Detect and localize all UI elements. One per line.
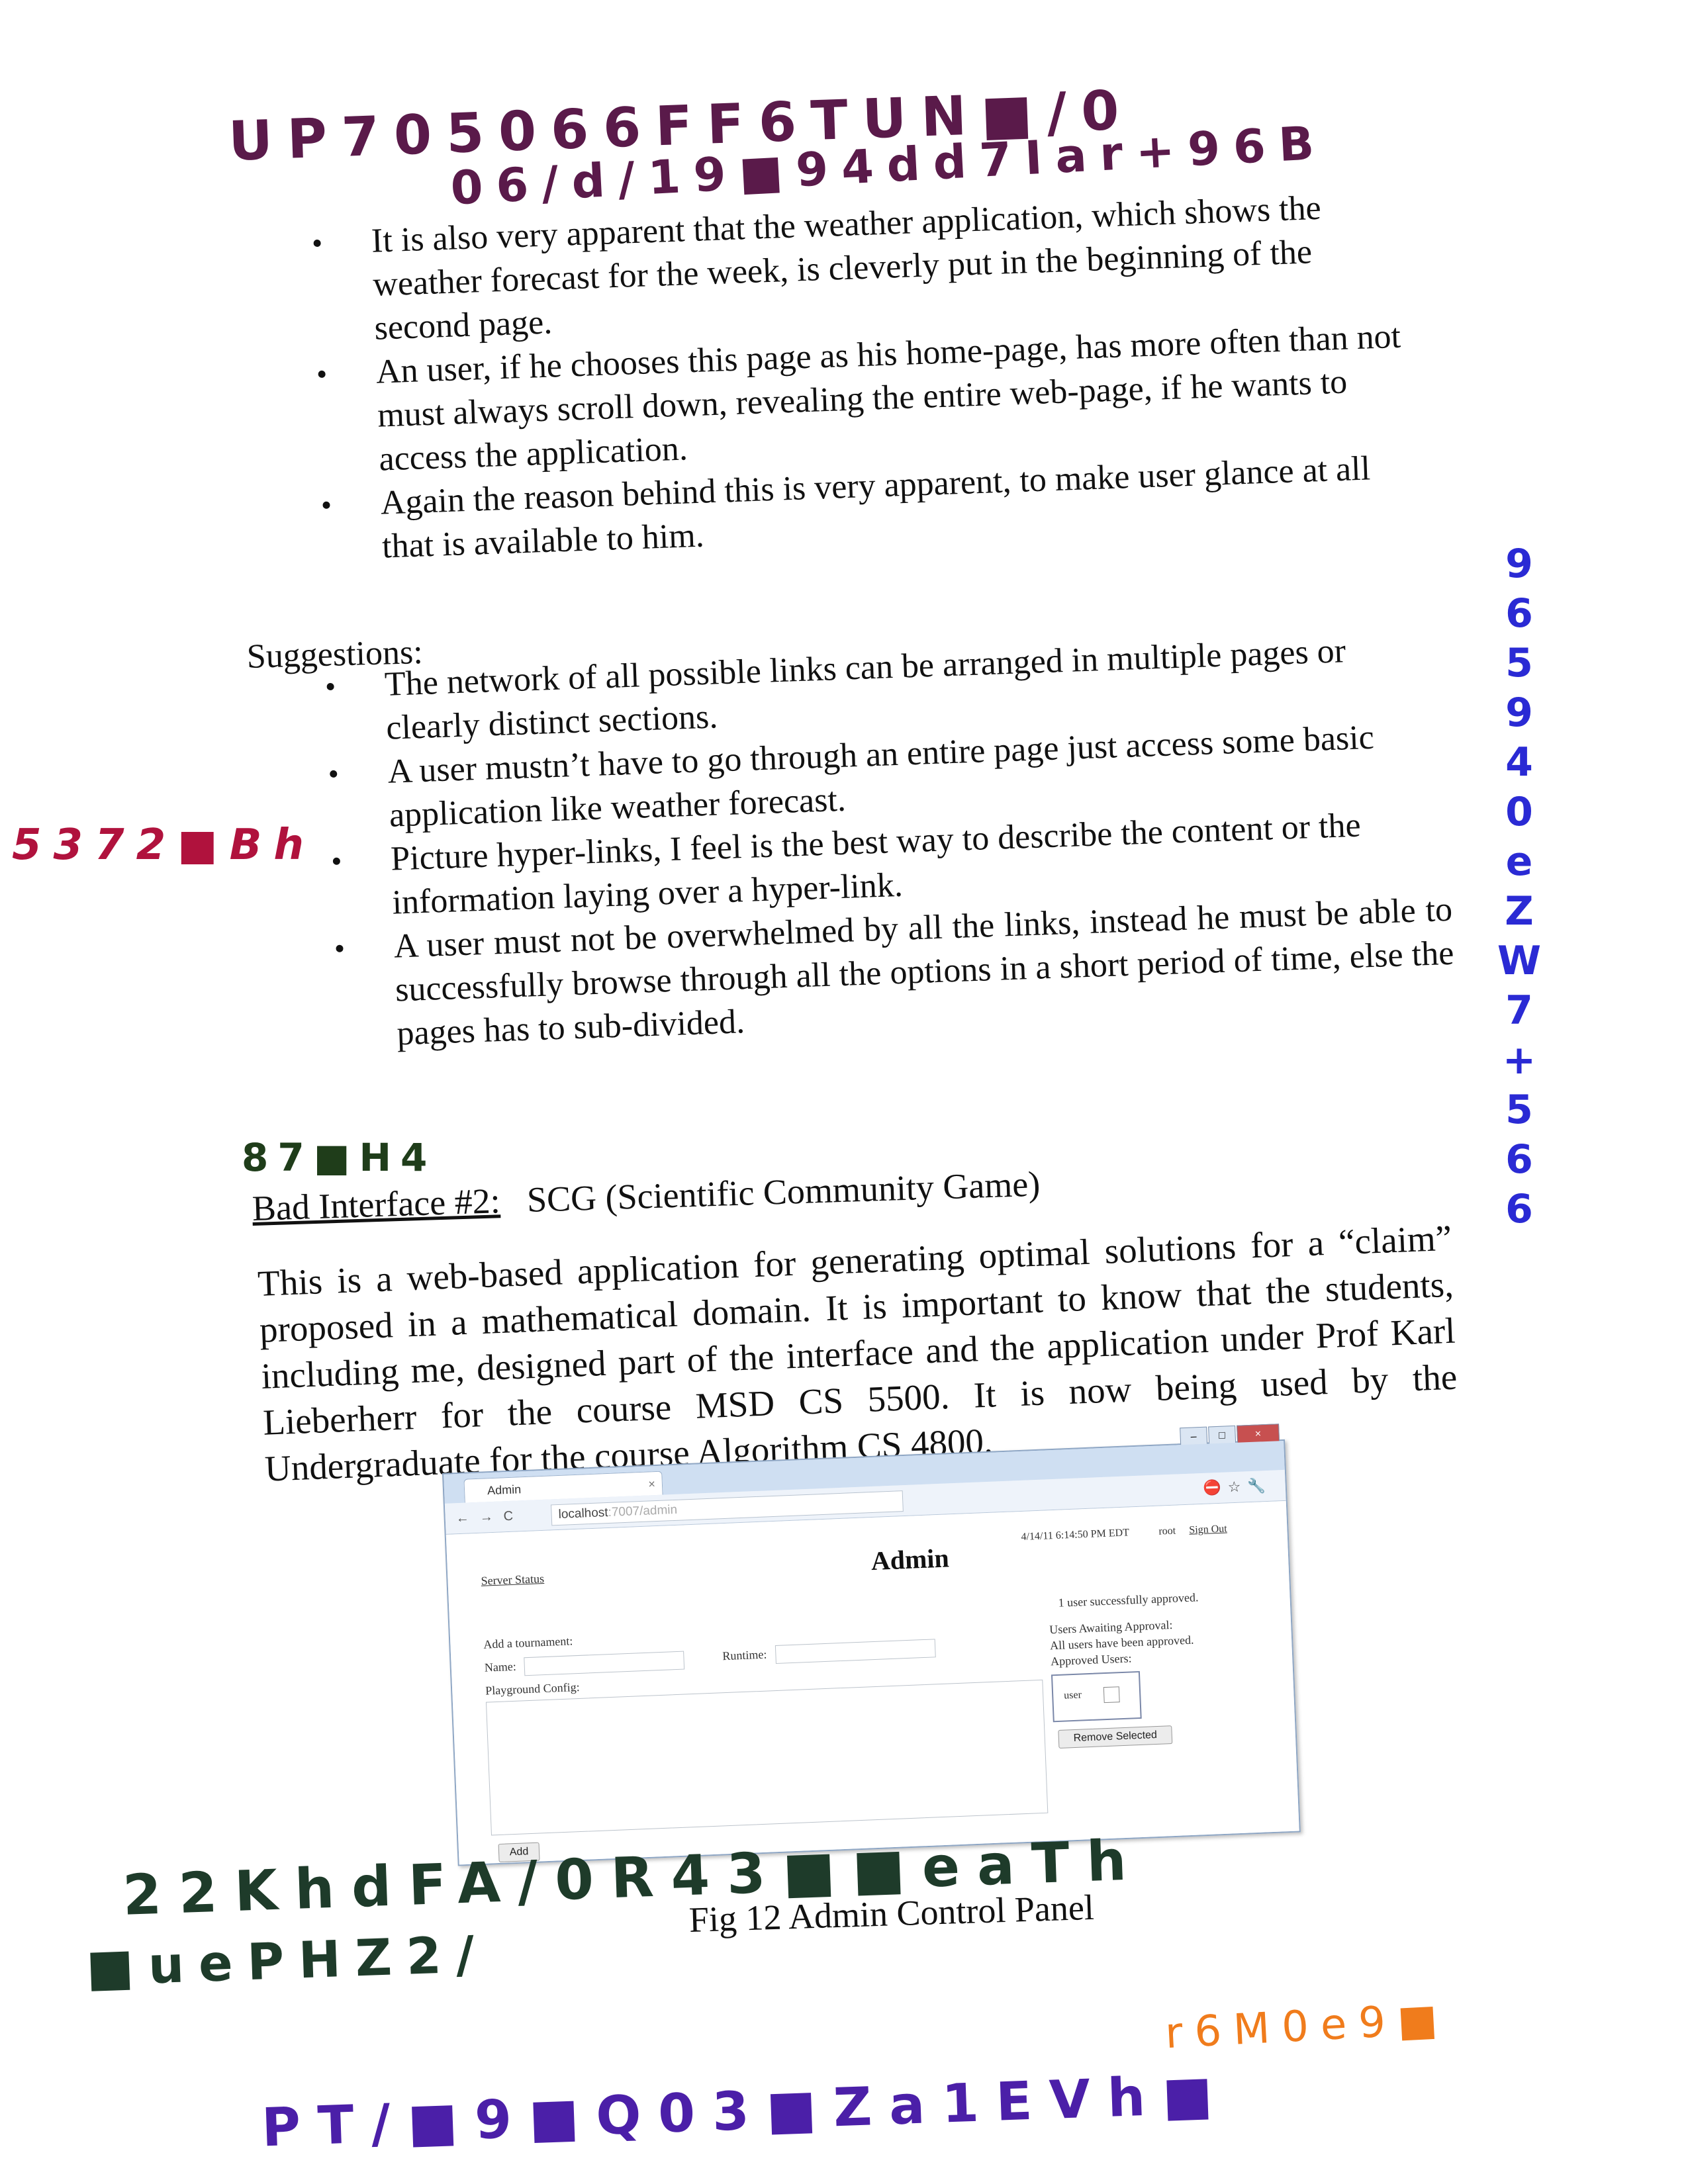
handwriting-char: 6 [1505,590,1533,637]
handwriting-char: 6 [1505,1136,1533,1183]
approved-message: 1 user successfully approved. [1058,1590,1199,1610]
runtime-label: Runtime: [722,1647,767,1663]
suggestions-block: The network of all possible links can be… [324,626,1456,1058]
admin-page-content: Server Status Admin 4/14/11 6:14:50 PM E… [445,1500,1299,1865]
handwriting-char: 9 [1505,690,1533,736]
sign-out-link: Sign Out [1189,1523,1228,1536]
handwriting-bottom-orange: r6M0e9■ [1164,1994,1451,2059]
user-name: root [1158,1525,1176,1537]
toolbar-icons: ⛔☆🔧 [1202,1477,1273,1496]
top-bullets-block: It is also very apparent that the weathe… [311,183,1421,571]
handwriting-char: 7 [1505,987,1533,1034]
playground-config-label: Playground Config: [485,1680,581,1698]
approved-users-box: user [1051,1670,1142,1723]
handwriting-char: 6 [1505,1186,1533,1232]
datetime-text: 4/14/11 6:14:50 PM EDT [1021,1527,1130,1543]
handwriting-char: W [1497,938,1542,984]
tab-close-icon: × [647,1477,656,1491]
admin-page-title: Admin [870,1543,950,1576]
runtime-field [774,1639,936,1664]
admin-screenshot: – □ × Admin × ←→C localhost:7007/admin ⛔… [442,1424,1301,1866]
handwriting-char: e [1505,839,1533,885]
handwriting-char: + [1502,1037,1536,1083]
nav-arrows-icon: ←→C [455,1508,524,1526]
approved-users-label: Approved Users: [1050,1651,1132,1668]
handwriting-char: 5 [1505,640,1533,686]
url-host: localhost [558,1505,609,1522]
section-heading-label: Bad Interface #2: [252,1181,501,1228]
suggestions-list: The network of all possible links can be… [324,626,1456,1058]
handwriting-char: 9 [1505,541,1533,587]
remove-selected-button: Remove Selected [1058,1725,1173,1749]
name-field [524,1651,685,1676]
section-heading-title: SCG (Scientific Community Game) [526,1163,1041,1220]
browser-tab-title: Admin [487,1482,522,1498]
handwriting-above-heading: 87■H4 [242,1135,437,1180]
handwriting-bottom-green-2: ■uePHZ2/ [85,1924,490,1997]
add-tournament-label: Add a tournament: [483,1634,573,1651]
approved-user-entry: user [1063,1689,1082,1702]
handwriting-char: Z [1505,888,1534,934]
top-bullet-list: It is also very apparent that the weathe… [311,183,1421,571]
checkbox-icon [1103,1686,1120,1704]
name-label: Name: [484,1659,517,1674]
url-path: :7007/admin [608,1502,678,1520]
handwriting-left-side: 5372■Bh [12,821,316,870]
document-page: UP705066FF6TUN■/0 06/d/19■94dd7Iar+96B I… [0,0,1688,2184]
handwriting-char: 5 [1505,1087,1533,1133]
handwriting-bottom-purple: PT/■9■Q03■Za1EVh■ [260,2063,1231,2159]
server-status-link: Server Status [481,1571,545,1588]
handwriting-char: 0 [1505,789,1533,835]
handwriting-right-column: 9 6 5 9 4 0 e Z W 7 + 5 6 6 [1489,539,1549,1234]
handwriting-char: 4 [1505,739,1533,786]
playground-config-field [485,1679,1049,1836]
all-approved-text: All users have been approved. [1049,1633,1194,1653]
